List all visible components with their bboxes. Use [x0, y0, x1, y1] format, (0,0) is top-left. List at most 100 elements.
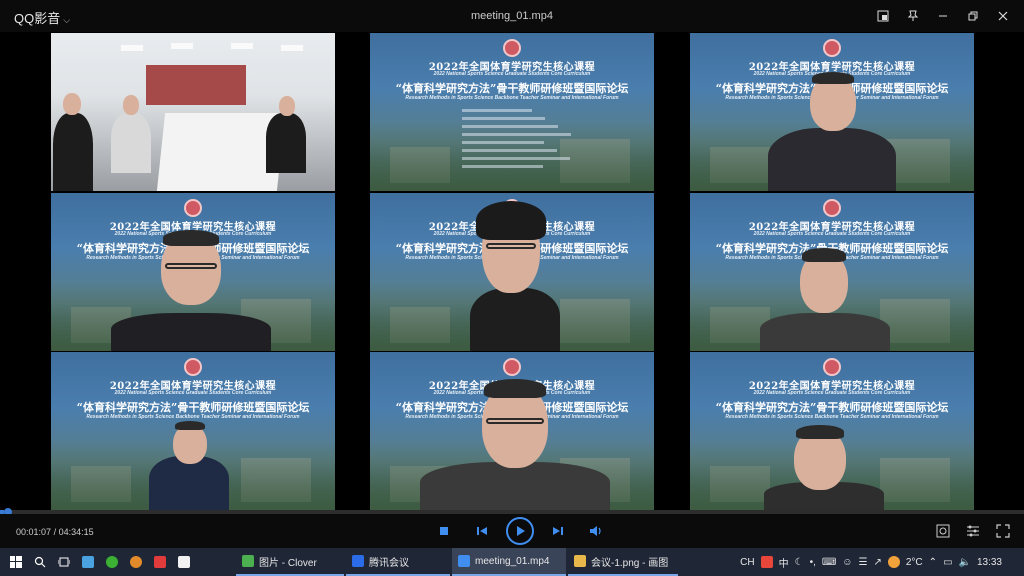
start-button[interactable] — [4, 548, 28, 576]
chevron-up-icon[interactable]: ⌃ — [929, 557, 937, 568]
skip-previous-icon — [477, 527, 487, 535]
university-emblem-icon — [823, 39, 841, 57]
university-emblem-icon — [503, 39, 521, 57]
previous-button[interactable] — [468, 517, 496, 545]
university-emblem-icon — [184, 199, 202, 217]
search-button[interactable] — [28, 548, 52, 576]
battery-icon[interactable]: ▭ — [943, 557, 952, 568]
fullscreen-button[interactable] — [992, 520, 1014, 542]
sogou-ime-icon[interactable] — [760, 556, 773, 568]
moon-icon[interactable]: ☾ — [795, 557, 804, 568]
speaker-icon[interactable]: 🔈 — [959, 557, 971, 568]
taskbar-app-label: 图片 - Clover — [259, 557, 317, 569]
app-icon — [242, 555, 254, 567]
app-icon — [574, 555, 586, 567]
restore-icon — [968, 11, 978, 21]
volume-button[interactable] — [582, 517, 610, 545]
pin-button[interactable] — [898, 4, 928, 28]
windows-taskbar: 图片 - Clover 腾讯会议 meeting_01.mp4 会议-1.png - … — [0, 548, 1024, 576]
taskbar-app-label: 腾讯会议 — [369, 557, 409, 569]
clock[interactable]: 13:33 — [977, 557, 1002, 568]
screenshot-icon — [936, 524, 950, 538]
minimize-button[interactable] — [928, 4, 958, 28]
next-button[interactable] — [544, 517, 572, 545]
pin-icon — [907, 10, 919, 21]
app-icon — [458, 555, 470, 567]
elapsed-time: 00:01:07 — [16, 527, 52, 537]
video-player-window: QQ影音 ⌵ meeting_01.mp4 2022年全国体育学研究生核心课程 … — [0, 0, 1024, 548]
task-view-icon — [58, 557, 70, 567]
taskbar-app-label: meeting_01.mp4 — [475, 555, 550, 567]
university-emblem-icon — [823, 199, 841, 217]
slide-agenda-lines — [462, 109, 572, 173]
slide-subtitle-en: Research Methods in Sports Science Backb… — [725, 414, 939, 420]
university-emblem-icon — [503, 358, 521, 376]
play-button[interactable] — [506, 517, 534, 545]
slide-title-en: 2022 National Sports Science Graduate St… — [114, 390, 272, 396]
slide-subtitle-cn: “体育科学研究方法”骨干教师研修班暨国际论坛 — [715, 401, 949, 414]
language-indicator[interactable]: CH — [740, 557, 754, 568]
window-controls — [868, 4, 1018, 28]
windows-logo-icon — [10, 556, 22, 568]
settings-sliders-icon — [967, 525, 979, 537]
user-icon[interactable]: ☺ — [842, 557, 852, 568]
taskbar-app-button[interactable]: 图片 - Clover — [236, 548, 344, 576]
mini-mode-button[interactable] — [868, 4, 898, 28]
participant-tile: 2022年全国体育学研究生核心课程 2022 National Sports S… — [690, 352, 974, 510]
video-frame[interactable]: 2022年全国体育学研究生核心课程 2022 National Sports S… — [0, 32, 1024, 510]
punctuation-icon[interactable]: •, — [810, 557, 816, 568]
stop-button[interactable] — [430, 517, 458, 545]
ime-mode[interactable]: 中 — [779, 555, 789, 570]
control-bar: 00:01:07 / 04:34:15 — [0, 514, 1024, 548]
pinned-app-icon-3[interactable] — [148, 548, 172, 576]
slide-subtitle-cn: “体育科学研究方法”骨干教师研修班暨国际论坛 — [76, 401, 310, 414]
temperature[interactable]: 2°C — [906, 557, 923, 568]
playback-controls — [430, 517, 610, 545]
taskbar-app-button[interactable]: 腾讯会议 — [346, 548, 450, 576]
mini-mode-icon — [877, 10, 889, 22]
skip-next-icon — [553, 527, 563, 535]
extra-controls — [932, 520, 1014, 542]
close-button[interactable] — [988, 4, 1018, 28]
participant-tile: 2022年全国体育学研究生核心课程 2022 National Sports S… — [51, 193, 335, 351]
volume-icon — [590, 526, 601, 536]
wechat-icon[interactable] — [100, 548, 124, 576]
menu-icon[interactable]: ☰ — [859, 557, 868, 568]
university-emblem-icon — [184, 358, 202, 376]
restore-button[interactable] — [958, 4, 988, 28]
slide-subtitle-cn: “体育科学研究方法”骨干教师研修班暨国际论坛 — [395, 82, 629, 95]
title-bar: QQ影音 ⌵ meeting_01.mp4 — [0, 0, 1024, 32]
app-icon — [352, 555, 364, 567]
participant-tile: 2022年全国体育学研究生核心课程 2022 National Sports S… — [370, 33, 654, 191]
slide-title-en: 2022 National Sports Science Graduate St… — [753, 390, 911, 396]
stop-icon — [440, 527, 448, 535]
slide-subtitle-en: Research Methods in Sports Science Backb… — [405, 95, 619, 101]
keyboard-icon[interactable]: ⌨ — [822, 557, 836, 568]
slide-title-en: 2022 National Sports Science Graduate St… — [433, 71, 591, 77]
task-view-button[interactable] — [52, 548, 76, 576]
participant-tile: 2022年全国体育学研究生核心课程 2022 National Sports S… — [370, 193, 654, 351]
university-emblem-icon — [823, 358, 841, 376]
slide-title-en: 2022 National Sports Science Graduate St… — [753, 231, 911, 237]
taskbar-apps: 图片 - Clover 腾讯会议 meeting_01.mp4 会议-1.png - … — [236, 548, 678, 576]
banner-backdrop — [146, 65, 246, 105]
participant-tile: 2022年全国体育学研究生核心课程 2022 National Sports S… — [51, 352, 335, 510]
minimize-icon — [939, 15, 947, 17]
screenshot-button[interactable] — [932, 520, 954, 542]
taskbar-app-button[interactable]: 会议-1.png - 画图 — [568, 548, 678, 576]
time-display: 00:01:07 / 04:34:15 — [16, 527, 94, 537]
pinned-app-icon-2[interactable] — [124, 548, 148, 576]
close-icon — [998, 11, 1008, 21]
pinned-app-icon[interactable] — [76, 548, 100, 576]
play-icon — [517, 526, 525, 536]
weather-icon[interactable] — [887, 556, 900, 568]
file-icon[interactable] — [172, 548, 196, 576]
participant-tile: 2022年全国体育学研究生核心课程 2022 National Sports S… — [690, 193, 974, 351]
participant-tile: 2022年全国体育学研究生核心课程 2022 National Sports S… — [690, 33, 974, 191]
system-tray: CH 中 ☾ •, ⌨ ☺ ☰ ↗ 2°C ⌃ ▭ 🔈 13:33 — [740, 548, 1024, 576]
settings-button[interactable] — [962, 520, 984, 542]
search-icon — [34, 556, 46, 568]
taskbar-app-button[interactable]: meeting_01.mp4 — [452, 548, 566, 576]
fullscreen-icon — [996, 524, 1010, 538]
share-icon[interactable]: ↗ — [873, 557, 881, 568]
